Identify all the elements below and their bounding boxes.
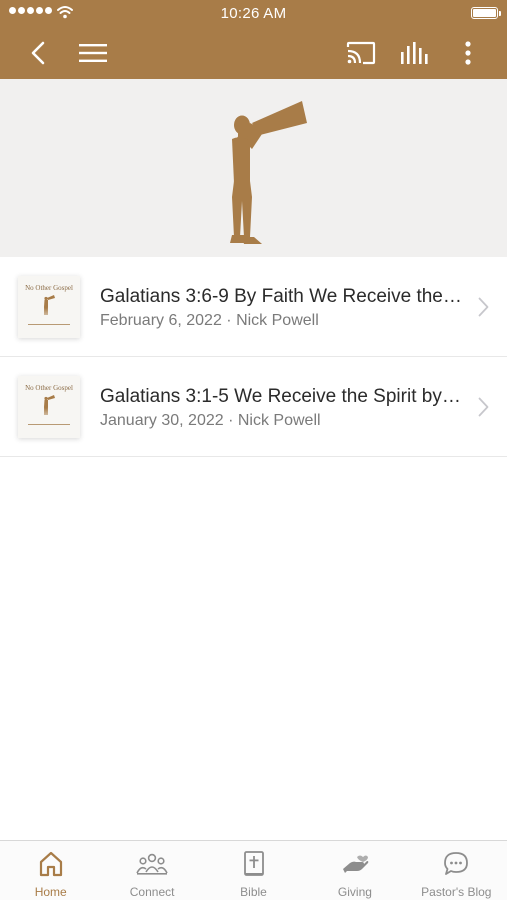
thumbnail-rule [28, 424, 70, 425]
bible-icon [243, 851, 264, 876]
megaphone-silhouette-thumbnail-icon [44, 295, 55, 315]
home-icon [39, 851, 62, 877]
people-group-icon [136, 853, 168, 875]
cast-icon [346, 41, 376, 64]
tab-giving[interactable]: Giving [304, 841, 405, 900]
sermon-list-item[interactable]: No Other Gospel Galatians 3:6-9 By Faith… [0, 257, 507, 357]
thumbnail-rule [28, 324, 70, 325]
tab-label: Home [34, 885, 67, 899]
sermon-title: Galatians 3:6-9 By Faith We Receive the … [100, 286, 462, 307]
back-button[interactable] [16, 26, 60, 79]
tab-pastors-blog[interactable]: Pastor's Blog [406, 841, 507, 900]
status-bar: 10:26 AM [0, 0, 507, 26]
sermon-thumbnail: No Other Gospel [18, 276, 80, 338]
sermon-meta: February 6, 2022 · Nick Powell [100, 312, 319, 329]
hamburger-menu-icon [79, 43, 107, 62]
nav-bar [0, 26, 507, 79]
chat-bubble-icon [444, 852, 469, 875]
sermon-meta: January 30, 2022 · Nick Powell [100, 412, 321, 429]
tab-label: Bible [240, 885, 267, 899]
sermon-list-item[interactable]: No Other Gospel Galatians 3:1-5 We Recei… [0, 357, 507, 457]
sermon-title: Galatians 3:1-5 We Receive the Spirit by… [100, 386, 462, 407]
battery-icon [471, 7, 501, 19]
megaphone-silhouette-thumbnail-icon [44, 395, 55, 415]
tab-bible[interactable]: Bible [203, 841, 304, 900]
chevron-right-icon [478, 397, 489, 417]
audio-button[interactable] [393, 26, 437, 79]
audio-bars-icon [401, 41, 428, 64]
tab-label: Connect [129, 885, 175, 899]
tab-bar: Home Connect Bible Giving Pastor's Blog [0, 840, 507, 900]
menu-button[interactable] [71, 26, 115, 79]
status-time: 10:26 AM [220, 5, 287, 22]
more-button[interactable] [446, 26, 490, 79]
cast-button[interactable] [339, 26, 383, 79]
thumbnail-series-title: No Other Gospel [25, 284, 73, 292]
chevron-left-icon [31, 41, 45, 64]
vertical-ellipsis-icon [465, 40, 471, 65]
megaphone-silhouette-image [230, 101, 307, 244]
giving-hand-icon [342, 855, 369, 873]
tab-home[interactable]: Home [0, 841, 101, 900]
hero-banner [0, 79, 507, 257]
tab-connect[interactable]: Connect [101, 841, 202, 900]
tab-label: Giving [337, 885, 372, 899]
thumbnail-series-title: No Other Gospel [25, 384, 73, 392]
chevron-right-icon [478, 297, 489, 317]
sermon-list: No Other Gospel Galatians 3:6-9 By Faith… [0, 257, 507, 457]
sermon-thumbnail: No Other Gospel [18, 376, 80, 438]
tab-label: Pastor's Blog [421, 885, 492, 899]
